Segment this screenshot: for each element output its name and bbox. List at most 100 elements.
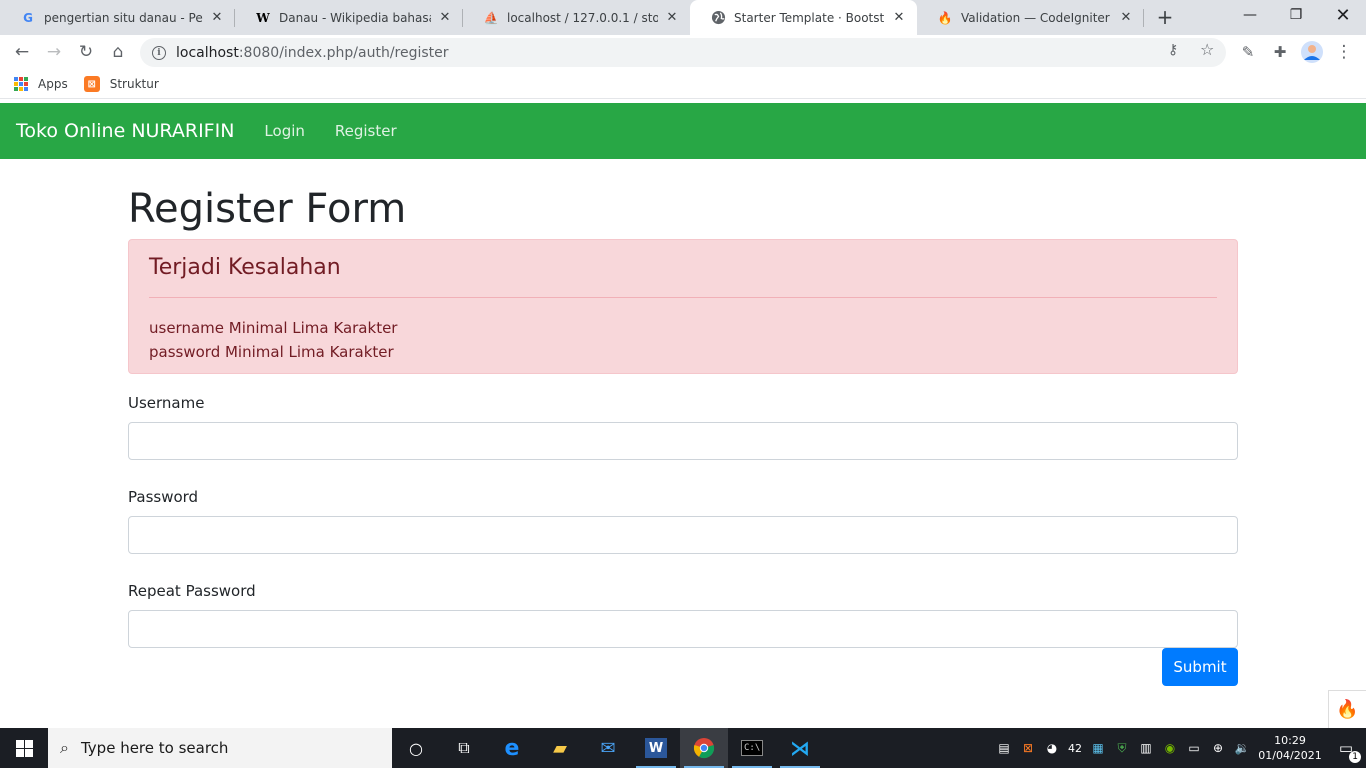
tab-title: Starter Template · Bootstrap v4 <box>734 10 885 25</box>
google-icon: G <box>23 10 33 25</box>
file-explorer-icon[interactable]: ▰ <box>536 728 584 768</box>
taskbar-clock[interactable]: 10:29 01/04/2021 <box>1254 733 1326 763</box>
url-host: localhost <box>176 44 239 61</box>
username-label: Username <box>128 394 205 412</box>
extensions-puzzle-icon[interactable]: ✚ <box>1266 38 1294 66</box>
browser-tab[interactable]: G pengertian situ danau - Penelu ✕ <box>0 0 235 35</box>
tab-title: pengertian situ danau - Penelu <box>44 10 203 25</box>
url-path: :8080/index.php/auth/register <box>238 44 449 61</box>
browser-tab-strip: G pengertian situ danau - Penelu ✕ W Dan… <box>0 0 1366 35</box>
main-container: Register Form Terjadi Kesalahan username… <box>128 159 1238 686</box>
tray-app-icon[interactable]: ▥ <box>1134 728 1158 768</box>
bookmark-label: Apps <box>38 77 68 91</box>
page-title: Register Form <box>128 186 407 232</box>
forward-button[interactable]: → <box>40 38 68 66</box>
xampp-icon: ⊠ <box>83 76 100 92</box>
codeigniter-icon: 🔥 <box>937 10 953 25</box>
password-group: Password <box>128 487 1238 554</box>
terminal-icon[interactable]: C:\ <box>728 728 776 768</box>
nvidia-icon[interactable]: ◉ <box>1158 728 1182 768</box>
bookmark-struktur[interactable]: ⊠ Struktur <box>83 76 159 92</box>
repeat-password-label: Repeat Password <box>128 582 256 600</box>
navbar-brand[interactable]: Toko Online NURARIFIN <box>16 120 234 142</box>
back-button[interactable]: ← <box>8 38 36 66</box>
search-placeholder: Type here to search <box>80 739 229 757</box>
browser-toolbar: ← → ↻ ⌂ i localhost:8080/index.php/auth/… <box>0 35 1366 70</box>
wikipedia-icon: W <box>256 10 270 25</box>
repeat-password-group: Repeat Password <box>128 581 1238 648</box>
address-bar[interactable]: i localhost:8080/index.php/auth/register <box>140 38 1226 67</box>
alert-error-line: password Minimal Lima Karakter <box>149 343 394 361</box>
taskbar-search[interactable]: ⌕ Type here to search <box>48 728 392 768</box>
security-shield-icon[interactable]: ⛨ <box>1110 728 1134 768</box>
close-icon[interactable]: ✕ <box>664 10 680 26</box>
phpmyadmin-icon: ⛵ <box>483 10 499 25</box>
edge-icon[interactable]: e <box>488 728 536 768</box>
bookmark-apps[interactable]: Apps <box>14 77 68 91</box>
mail-icon[interactable]: ✉ <box>584 728 632 768</box>
windows-logo-icon <box>15 739 33 757</box>
submit-button[interactable]: Submit <box>1162 648 1238 686</box>
start-button[interactable] <box>0 728 48 768</box>
bookmark-star-icon[interactable]: ☆ <box>1200 40 1214 59</box>
browser-tab[interactable]: 🔥 Validation — CodeIgniter 4.1.1 ✕ <box>917 0 1144 35</box>
volume-icon[interactable]: 🔉 <box>1230 728 1254 768</box>
eyedropper-extension-icon[interactable]: ✎ <box>1234 38 1262 66</box>
new-tab-button[interactable]: + <box>1153 5 1177 29</box>
home-button[interactable]: ⌂ <box>104 38 132 66</box>
bookmark-label: Struktur <box>109 77 159 91</box>
username-field[interactable] <box>128 422 1238 460</box>
browser-tab[interactable]: W Danau - Wikipedia bahasa Indo ✕ <box>235 0 463 35</box>
minimize-button[interactable]: — <box>1227 0 1273 30</box>
error-alert: Terjadi Kesalahan username Minimal Lima … <box>128 239 1238 374</box>
cmd-logo-icon: C:\ <box>741 740 763 756</box>
tab-title: Danau - Wikipedia bahasa Indo <box>279 10 431 25</box>
tray-temp[interactable]: 42 <box>1064 728 1086 768</box>
alert-heading: Terjadi Kesalahan <box>149 255 341 280</box>
browser-menu-icon[interactable]: ⋮ <box>1330 38 1358 66</box>
restore-button[interactable]: ❐ <box>1273 0 1319 30</box>
action-center-icon[interactable]: ▭ 1 <box>1326 728 1366 768</box>
site-info-icon[interactable]: i <box>152 45 166 60</box>
browser-tab[interactable]: ⛵ localhost / 127.0.0.1 / store_ci4 ✕ <box>463 0 690 35</box>
close-icon[interactable]: ✕ <box>1118 10 1134 26</box>
globe-icon <box>710 10 726 26</box>
tab-title: Validation — CodeIgniter 4.1.1 <box>961 10 1112 25</box>
codeigniter-debug-toolbar-icon[interactable]: 🔥 <box>1328 690 1366 728</box>
nav-link-register[interactable]: Register <box>335 122 397 140</box>
clock-date: 01/04/2021 <box>1258 749 1322 762</box>
word-icon[interactable]: W <box>632 728 680 768</box>
alert-error-line: username Minimal Lima Karakter <box>149 319 398 337</box>
cortana-icon[interactable]: ○ <box>392 728 440 768</box>
site-navbar: Toko Online NURARIFIN Login Register <box>0 103 1366 159</box>
notification-count: 1 <box>1349 751 1362 763</box>
search-icon: ⌕ <box>60 738 69 757</box>
vscode-icon[interactable]: ⋊ <box>776 728 824 768</box>
alert-divider <box>149 297 1217 298</box>
password-field[interactable] <box>128 516 1238 554</box>
close-window-button[interactable]: ✕ <box>1320 0 1366 30</box>
windows-taskbar: ⌕ Type here to search ○ ⧉ e ▰ ✉ W C:\ ⋊ … <box>0 728 1366 768</box>
clock-time: 10:29 <box>1274 734 1306 747</box>
password-label: Password <box>128 488 199 506</box>
key-icon[interactable]: ⚷ <box>1168 42 1178 58</box>
battery-icon[interactable]: ▭ <box>1182 728 1206 768</box>
word-logo-icon: W <box>645 738 667 758</box>
tray-app-icon[interactable]: ▦ <box>1086 728 1110 768</box>
tray-app-icon[interactable]: ◕ <box>1040 728 1064 768</box>
username-group: Username <box>128 393 1238 460</box>
apps-grid-icon <box>14 77 28 91</box>
xampp-tray-icon[interactable]: ⊠ <box>1016 728 1040 768</box>
chrome-icon[interactable] <box>680 728 728 768</box>
close-icon[interactable]: ✕ <box>209 10 225 26</box>
nav-link-login[interactable]: Login <box>264 122 304 140</box>
task-view-icon[interactable]: ⧉ <box>440 728 488 768</box>
close-icon[interactable]: ✕ <box>891 10 907 26</box>
repeat-password-field[interactable] <box>128 610 1238 648</box>
close-icon[interactable]: ✕ <box>437 10 453 26</box>
browser-tab-active[interactable]: Starter Template · Bootstrap v4 ✕ <box>690 0 917 35</box>
reload-button[interactable]: ↻ <box>72 38 100 66</box>
network-globe-icon[interactable]: ⊕ <box>1206 728 1230 768</box>
tray-app-icon[interactable]: ▤ <box>992 728 1016 768</box>
profile-avatar[interactable] <box>1298 38 1326 66</box>
